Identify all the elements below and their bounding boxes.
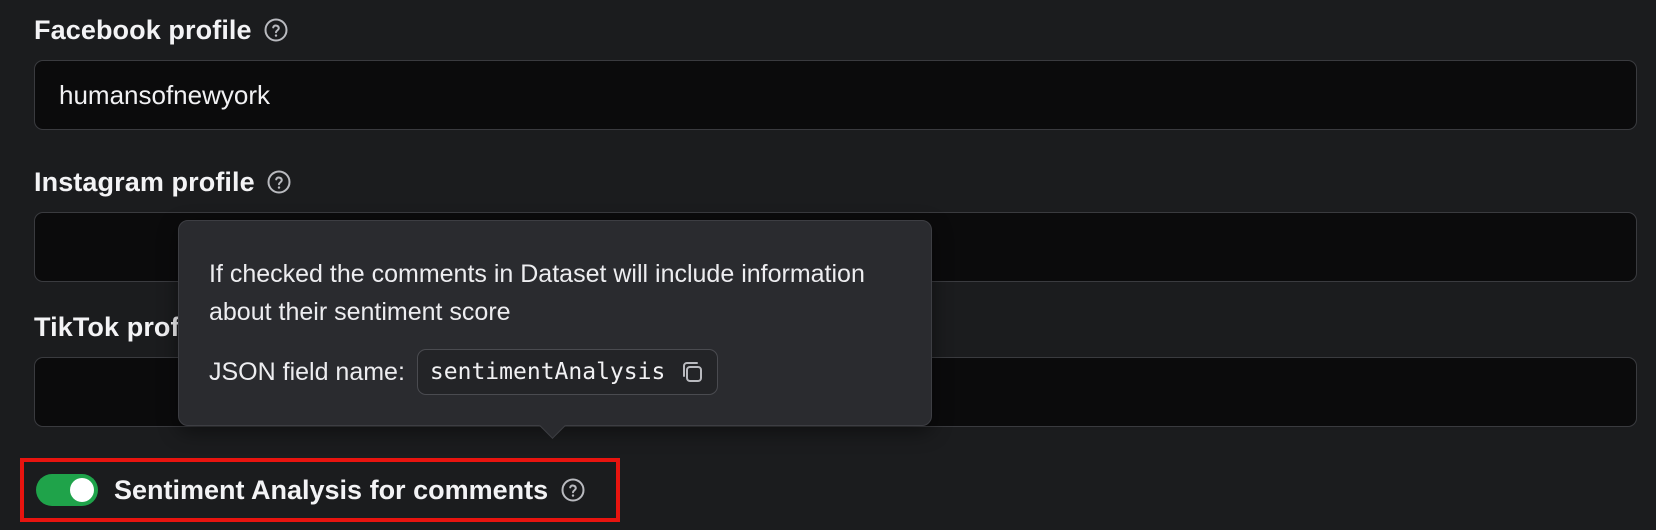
- json-field-chip[interactable]: sentimentAnalysis: [416, 349, 719, 395]
- instagram-profile-label: Instagram profile: [34, 166, 255, 197]
- tooltip-description: If checked the comments in Dataset will …: [209, 260, 865, 326]
- facebook-profile-label-row: Facebook profile: [34, 12, 1637, 48]
- instagram-profile-label-row: Instagram profile: [34, 164, 1637, 200]
- sentiment-analysis-label[interactable]: Sentiment Analysis for comments: [114, 475, 548, 506]
- facebook-profile-field: Facebook profile: [34, 12, 1637, 130]
- json-field-label: JSON field name:: [209, 357, 405, 386]
- switch-knob: [70, 478, 94, 502]
- tooltip-arrow: [539, 412, 566, 439]
- sentiment-analysis-switch[interactable]: [36, 474, 98, 506]
- json-field-row: JSON field name: sentimentAnalysis: [209, 349, 901, 395]
- copy-icon[interactable]: [679, 359, 705, 385]
- question-circle-icon[interactable]: [560, 477, 586, 503]
- facebook-profile-label: Facebook profile: [34, 14, 252, 45]
- question-circle-icon[interactable]: [266, 169, 292, 195]
- json-field-name: sentimentAnalysis: [429, 359, 666, 385]
- sentiment-help-tooltip: If checked the comments in Dataset will …: [178, 220, 932, 439]
- question-circle-icon[interactable]: [263, 17, 289, 43]
- instagram-profile-field: Instagram profile: [34, 164, 1637, 282]
- facebook-profile-input[interactable]: [34, 60, 1637, 130]
- sentiment-analysis-toggle-row: Sentiment Analysis for comments: [20, 458, 620, 522]
